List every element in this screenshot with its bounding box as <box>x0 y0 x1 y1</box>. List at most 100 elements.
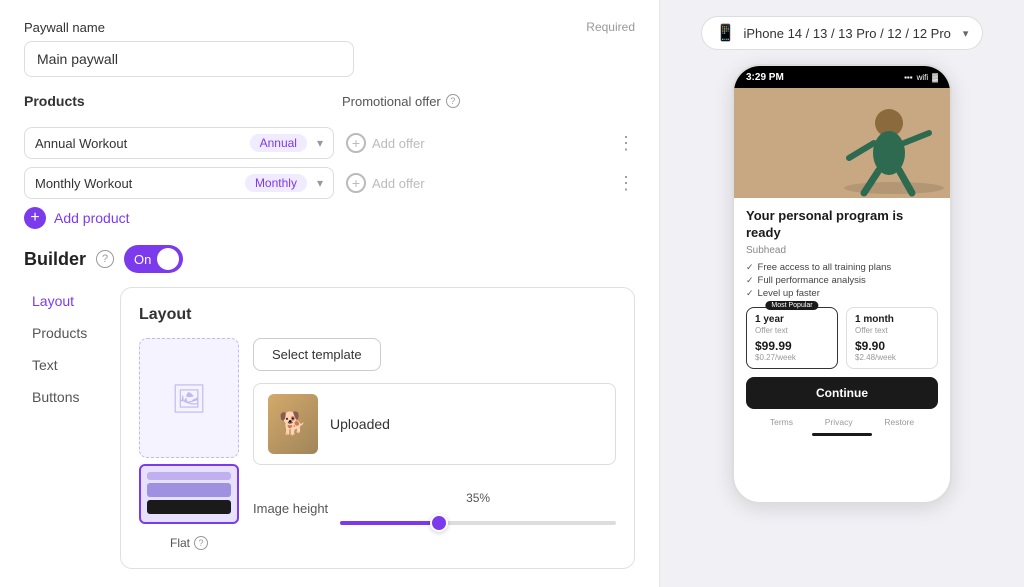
right-panel: 📱 iPhone 14 / 13 / 13 Pro / 12 / 12 Pro … <box>660 0 1024 587</box>
left-panel: Paywall name Required Products Promotion… <box>0 0 660 587</box>
device-chevron-icon: ▾ <box>963 27 969 40</box>
pricing-row: Most Popular 1 year Offer text $99.99 $0… <box>746 307 938 369</box>
phone-headline: Your personal program is ready <box>746 208 938 242</box>
nav-text[interactable]: Text <box>24 351 104 379</box>
template-placeholder[interactable]: 🖼 <box>139 338 239 458</box>
status-icons: ▪▪▪ wifi ▓ <box>904 73 938 82</box>
monthly-more-icon[interactable]: ⋮ <box>617 173 635 194</box>
layout-options: 🖼 Flat ? Sele <box>139 338 616 550</box>
nav-products[interactable]: Products <box>24 319 104 347</box>
flat-info-icon: ? <box>194 536 208 550</box>
field-header: Paywall name Required <box>24 20 635 35</box>
popular-badge: Most Popular <box>765 301 818 310</box>
annual-offer-text: Offer text <box>755 326 829 335</box>
annual-badge: Annual <box>250 134 307 152</box>
template-img-icon: 🖼 <box>171 382 207 415</box>
annual-chevron-icon: ▾ <box>317 136 323 150</box>
image-height-section: Image height 35% <box>253 491 616 525</box>
monthly-amount: $9.90 <box>855 339 929 353</box>
home-bar <box>812 433 872 436</box>
device-label: iPhone 14 / 13 / 13 Pro / 12 / 12 Pro <box>743 26 950 41</box>
paywall-name-label: Paywall name <box>24 20 105 35</box>
annual-add-offer-icon: + <box>346 133 366 153</box>
continue-button[interactable]: Continue <box>746 377 938 409</box>
monthly-promo-section: + Add offer <box>346 173 605 193</box>
add-product-icon: + <box>24 207 46 229</box>
builder-content: Layout 🖼 Flat <box>120 287 635 569</box>
monthly-per-week: $2.48/week <box>855 353 929 362</box>
hero-image <box>734 88 950 198</box>
annual-per-week: $0.27/week <box>755 353 829 362</box>
builder-toggle[interactable]: On <box>124 245 183 273</box>
slider-wrapper: 35% <box>340 491 616 525</box>
layout-right: Select template 🐕 Uploaded Image height … <box>253 338 616 525</box>
builder-nav: Layout Products Text Buttons <box>24 287 104 569</box>
toggle-knob <box>157 248 179 270</box>
monthly-product-selector[interactable]: Monthly Workout Monthly ▾ <box>24 167 334 199</box>
device-phone-icon: 📱 <box>716 23 736 43</box>
feature-2: ✓ Full performance analysis <box>746 275 938 286</box>
paywall-name-input[interactable] <box>24 41 354 77</box>
product-row-annual: Annual Workout Annual ▾ + Add offer ⋮ <box>24 127 635 159</box>
paywall-name-section: Paywall name Required <box>24 20 635 77</box>
uploaded-label: Uploaded <box>330 416 390 432</box>
wifi-icon: wifi <box>917 73 929 82</box>
annual-amount: $99.99 <box>755 339 829 353</box>
status-time: 3:29 PM <box>746 72 784 83</box>
restore-link[interactable]: Restore <box>884 417 914 427</box>
device-selector[interactable]: 📱 iPhone 14 / 13 / 13 Pro / 12 / 12 Pro … <box>701 16 984 50</box>
builder-title: Builder <box>24 249 86 270</box>
check-icon-3: ✓ <box>746 288 754 299</box>
flat-label: Flat ? <box>170 536 208 550</box>
promo-info-icon: ? <box>446 94 460 108</box>
annual-more-icon[interactable]: ⋮ <box>617 133 635 154</box>
annual-promo-section: + Add offer <box>346 133 605 153</box>
builder-section: Builder ? On Layout Products Text Button… <box>24 245 635 569</box>
phone-hero: ✕ <box>734 88 950 198</box>
phone-subhead: Subhead <box>746 245 938 256</box>
add-product-label: Add product <box>54 210 130 226</box>
add-product-button[interactable]: + Add product <box>24 207 130 229</box>
annual-product-name: Annual Workout <box>35 136 127 151</box>
phone-footer: Terms Privacy Restore <box>746 417 938 427</box>
annual-duration: 1 year <box>755 314 829 325</box>
products-label: Products <box>24 93 334 109</box>
promo-offer-label: Promotional offer ? <box>342 94 460 109</box>
signal-icon: ▪▪▪ <box>904 73 913 82</box>
monthly-product-name: Monthly Workout <box>35 176 132 191</box>
annual-product-selector[interactable]: Annual Workout Annual ▾ <box>24 127 334 159</box>
price-card-annual[interactable]: Most Popular 1 year Offer text $99.99 $0… <box>746 307 838 369</box>
nav-layout[interactable]: Layout <box>24 287 104 315</box>
battery-icon: ▓ <box>932 73 938 82</box>
phone-status-bar: 3:29 PM ▪▪▪ wifi ▓ <box>734 66 950 88</box>
products-list: Annual Workout Annual ▾ + Add offer ⋮ Mo… <box>24 127 635 199</box>
feature-1: ✓ Free access to all training plans <box>746 262 938 273</box>
annual-add-offer-button[interactable]: + Add offer <box>346 133 425 153</box>
image-height-pct: 35% <box>340 491 616 505</box>
phone-frame: 3:29 PM ▪▪▪ wifi ▓ ✕ <box>732 64 952 504</box>
nav-buttons[interactable]: Buttons <box>24 383 104 411</box>
paywall-name-required: Required <box>586 20 635 35</box>
monthly-add-offer-icon: + <box>346 173 366 193</box>
phone-features: ✓ Free access to all training plans ✓ Fu… <box>746 262 938 299</box>
monthly-badge: Monthly <box>245 174 307 192</box>
feature-3: ✓ Level up faster <box>746 288 938 299</box>
builder-toggle-label: On <box>134 252 151 267</box>
uploaded-preview: 🐕 Uploaded <box>253 383 616 465</box>
select-template-button[interactable]: Select template <box>253 338 381 371</box>
annual-add-offer-label: Add offer <box>372 136 425 151</box>
check-icon-2: ✓ <box>746 275 754 286</box>
terms-link[interactable]: Terms <box>770 417 793 427</box>
uploaded-thumbnail: 🐕 <box>268 394 318 454</box>
monthly-duration: 1 month <box>855 314 929 325</box>
builder-info-icon[interactable]: ? <box>96 250 114 268</box>
image-height-slider[interactable] <box>340 521 616 525</box>
product-row-monthly: Monthly Workout Monthly ▾ + Add offer ⋮ <box>24 167 635 199</box>
flat-card-preview[interactable] <box>139 464 239 524</box>
privacy-link[interactable]: Privacy <box>825 417 853 427</box>
check-icon-1: ✓ <box>746 262 754 273</box>
price-card-monthly[interactable]: 1 month Offer text $9.90 $2.48/week <box>846 307 938 369</box>
image-height-label: Image height <box>253 501 328 516</box>
monthly-add-offer-button[interactable]: + Add offer <box>346 173 425 193</box>
phone-content: Your personal program is ready Subhead ✓… <box>734 198 950 442</box>
